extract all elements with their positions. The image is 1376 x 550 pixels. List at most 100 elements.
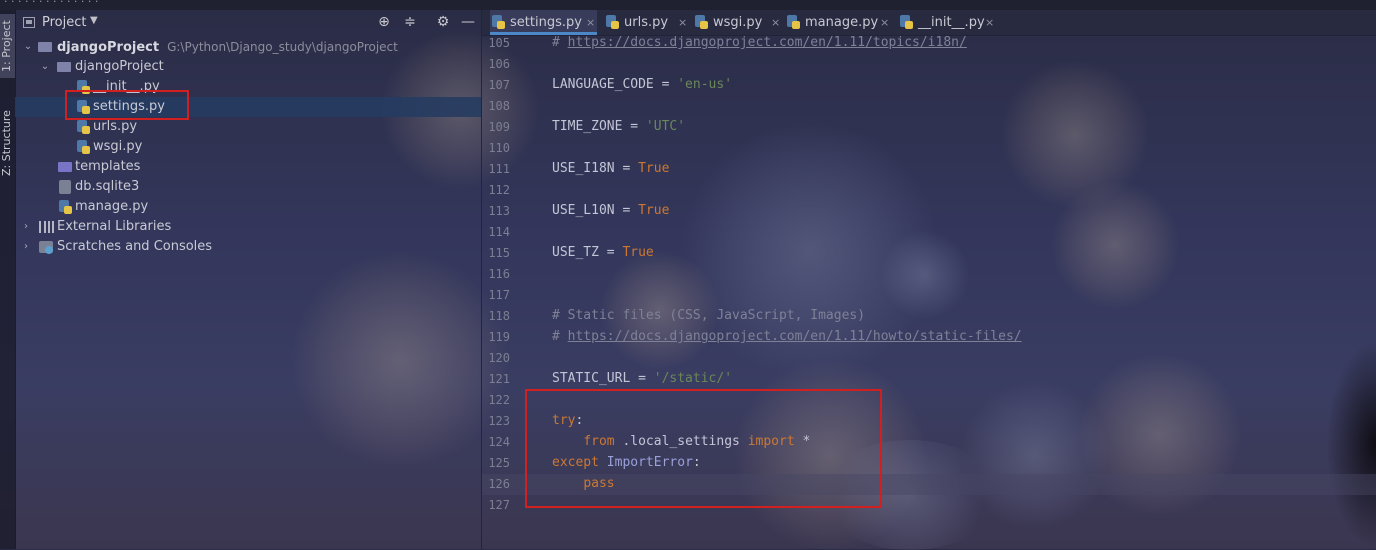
code-text: USE_TZ = bbox=[552, 245, 623, 260]
code-line: # https://docs.djangoproject.com/en/1.11… bbox=[552, 329, 1022, 344]
code-line: # Static files (CSS, JavaScript, Images) bbox=[552, 308, 865, 323]
line-number: 118 bbox=[488, 309, 510, 323]
tree-external-libraries[interactable]: › External Libraries bbox=[15, 217, 481, 237]
comment-link[interactable]: https://docs.djangoproject.com/en/1.11/h… bbox=[568, 329, 1022, 344]
file-label: manage.py bbox=[75, 199, 149, 214]
tab-urls[interactable]: urls.py × bbox=[604, 10, 688, 35]
left-tool-stripe: 1: Project Z: Structure bbox=[0, 10, 16, 549]
locate-icon[interactable]: ⊕ bbox=[375, 13, 393, 31]
chevron-right-icon[interactable]: › bbox=[21, 237, 31, 257]
string-literal: 'en-us' bbox=[677, 77, 733, 92]
code-line: STATIC_URL = '/static/' bbox=[552, 371, 732, 386]
editor-tabs: settings.py × urls.py × wsgi.py × manage… bbox=[482, 10, 1376, 36]
tree-root[interactable]: ⌄ djangoProject G:\Python\Django_study\dj… bbox=[15, 37, 481, 57]
line-number: 117 bbox=[488, 288, 510, 302]
collapse-all-icon[interactable]: ≑ bbox=[401, 13, 419, 31]
chevron-right-icon[interactable]: › bbox=[21, 217, 31, 237]
comment-link[interactable]: https://docs.djangoproject.com/en/1.11/t… bbox=[568, 35, 967, 50]
tree-package[interactable]: ⌄ djangoProject bbox=[15, 57, 481, 77]
python-file-icon bbox=[492, 15, 505, 29]
structure-tool-label: Z: Structure bbox=[0, 110, 13, 176]
tab-label: settings.py bbox=[510, 15, 582, 30]
code-text: LANGUAGE_CODE = bbox=[552, 77, 678, 92]
folder-icon bbox=[38, 42, 52, 52]
code-line: TIME_ZONE = 'UTC' bbox=[552, 119, 685, 134]
tab-label: urls.py bbox=[624, 15, 669, 30]
close-icon[interactable]: × bbox=[586, 10, 595, 35]
code-line: LANGUAGE_CODE = 'en-us' bbox=[552, 77, 732, 92]
code-line: USE_L10N = True bbox=[552, 203, 669, 218]
scratches-icon bbox=[39, 241, 53, 254]
code-text: USE_L10N = bbox=[552, 203, 639, 218]
line-number: 105 bbox=[488, 36, 510, 50]
chevron-down-icon[interactable]: ▼ bbox=[90, 15, 98, 26]
tree-file-wsgi[interactable]: wsgi.py bbox=[15, 137, 481, 157]
line-number: 119 bbox=[488, 330, 510, 344]
line-number: 113 bbox=[488, 204, 510, 218]
python-file-icon bbox=[900, 15, 913, 29]
file-label: db.sqlite3 bbox=[75, 179, 140, 194]
line-number: 123 bbox=[488, 414, 510, 428]
package-folder-icon bbox=[57, 62, 71, 72]
line-number: 108 bbox=[488, 99, 510, 113]
python-file-icon bbox=[77, 140, 90, 154]
file-label: wsgi.py bbox=[93, 139, 143, 154]
python-file-icon bbox=[77, 120, 90, 134]
file-label: urls.py bbox=[93, 119, 138, 134]
tree-label: External Libraries bbox=[57, 219, 172, 234]
tree-scratches[interactable]: › Scratches and Consoles bbox=[15, 237, 481, 257]
python-file-icon bbox=[695, 15, 708, 29]
folder-label: templates bbox=[75, 159, 141, 174]
hide-icon[interactable]: — bbox=[459, 13, 477, 31]
python-file-icon bbox=[787, 15, 800, 29]
tree-root-name: djangoProject bbox=[57, 40, 160, 55]
line-number: 106 bbox=[488, 57, 510, 71]
close-icon[interactable]: × bbox=[985, 10, 994, 35]
project-view-selector[interactable]: Project bbox=[42, 15, 86, 30]
comment-text: # bbox=[552, 329, 568, 344]
tab-init[interactable]: __init__.py × bbox=[898, 10, 996, 35]
line-number: 114 bbox=[488, 225, 510, 239]
line-number: 122 bbox=[488, 393, 510, 407]
line-number: 115 bbox=[488, 246, 510, 260]
line-number: 116 bbox=[488, 267, 510, 281]
tab-label: __init__.py bbox=[918, 15, 985, 30]
string-literal: 'UTC' bbox=[645, 119, 686, 134]
tree-file-db[interactable]: db.sqlite3 bbox=[15, 177, 481, 197]
tab-wsgi[interactable]: wsgi.py × bbox=[693, 10, 780, 35]
keyword: True bbox=[638, 203, 670, 218]
close-icon[interactable]: × bbox=[880, 10, 889, 35]
line-number: 110 bbox=[488, 141, 510, 155]
tree-root-path: G:\Python\Django_study\djangoProject bbox=[167, 40, 398, 54]
annotation-box-settings bbox=[65, 90, 189, 120]
line-number: 126 bbox=[488, 477, 510, 491]
chevron-down-icon[interactable]: ⌄ bbox=[40, 57, 50, 77]
tree-folder-templates[interactable]: templates bbox=[15, 157, 481, 177]
line-number: 121 bbox=[488, 372, 510, 386]
code-text: USE_I18N = bbox=[552, 161, 639, 176]
line-number: 107 bbox=[488, 78, 510, 92]
chevron-down-icon[interactable]: ⌄ bbox=[23, 37, 33, 57]
python-file-icon bbox=[606, 15, 619, 29]
line-number: 124 bbox=[488, 435, 510, 449]
close-icon[interactable]: × bbox=[771, 10, 780, 35]
project-pane-header: Project ▼ ⊕ ≑ ⚙ — bbox=[15, 10, 481, 36]
code-line: # https://docs.djangoproject.com/en/1.11… bbox=[552, 35, 967, 50]
line-number: 120 bbox=[488, 351, 510, 365]
line-number: 125 bbox=[488, 456, 510, 470]
tab-manage[interactable]: manage.py × bbox=[785, 10, 891, 35]
tree-file-manage[interactable]: manage.py bbox=[15, 197, 481, 217]
project-tool-button[interactable]: 1: Project bbox=[0, 14, 15, 78]
comment-text: # Static files (CSS, JavaScript, Images) bbox=[552, 308, 866, 323]
tree-file-urls[interactable]: urls.py bbox=[15, 117, 481, 137]
close-icon[interactable]: × bbox=[678, 10, 687, 35]
project-tool-label: 1: Project bbox=[0, 20, 13, 72]
tab-settings[interactable]: settings.py × bbox=[490, 10, 597, 35]
string-literal: '/static/' bbox=[653, 371, 733, 386]
gear-icon[interactable]: ⚙ bbox=[434, 13, 452, 31]
line-number: 127 bbox=[488, 498, 510, 512]
keyword: True bbox=[622, 245, 654, 260]
code-text: TIME_ZONE = bbox=[552, 119, 646, 134]
structure-tool-button[interactable]: Z: Structure bbox=[0, 104, 15, 182]
code-line: USE_TZ = True bbox=[552, 245, 654, 260]
